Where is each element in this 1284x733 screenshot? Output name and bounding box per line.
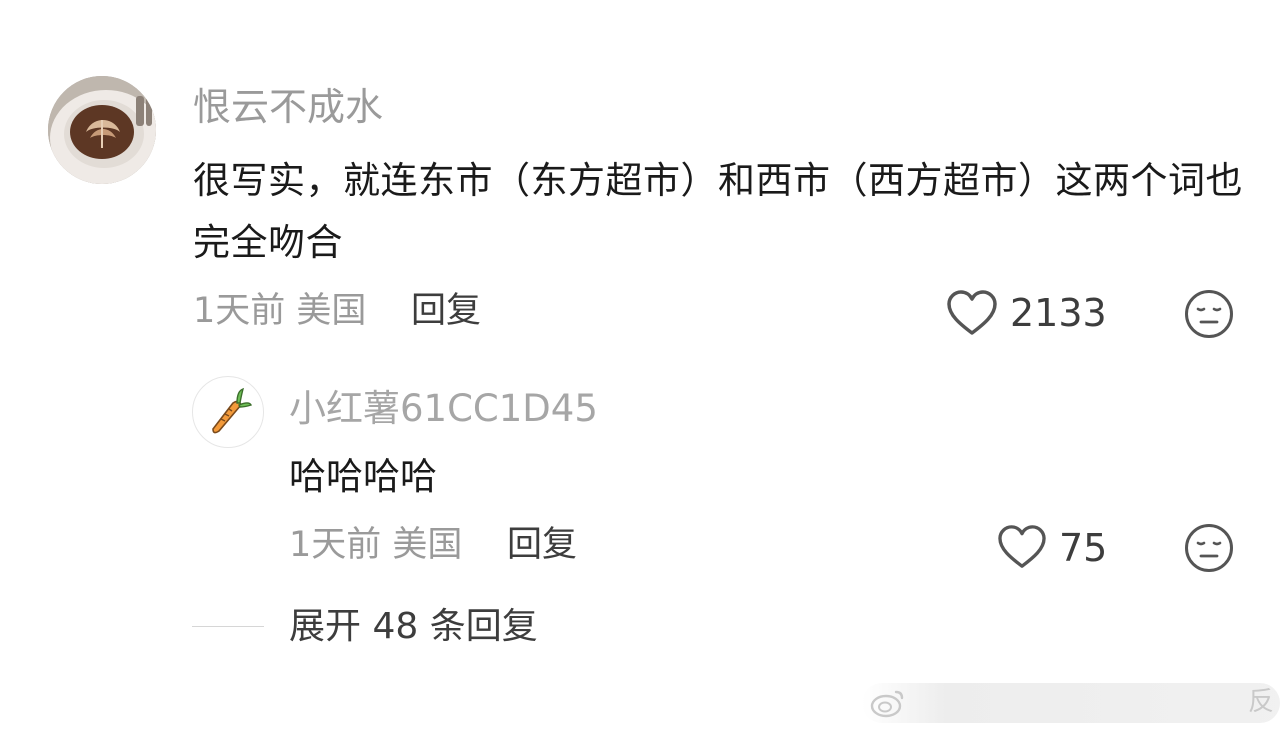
neutral-face-icon[interactable]: [1184, 289, 1234, 339]
comment-username[interactable]: 恨云不成水: [193, 84, 383, 130]
avatar[interactable]: [48, 76, 156, 184]
neutral-face-icon[interactable]: [1184, 523, 1234, 573]
heart-outline-icon[interactable]: [997, 524, 1047, 570]
avatar[interactable]: [192, 376, 264, 448]
latte-art-avatar-icon: [48, 76, 156, 184]
like-count: 2133: [1010, 291, 1107, 335]
comment-text: 很写实，就连东市（东方超市）和西市（西方超市）这两个词也完全吻合: [193, 159, 1243, 264]
like-count: 75: [1059, 526, 1108, 570]
comment-time-location: 1天前 美国: [193, 291, 367, 331]
reply-username[interactable]: 小红薯61CC1D45: [289, 386, 598, 432]
watermark-text: 反: [1248, 687, 1275, 717]
carrot-icon: [212, 387, 252, 434]
expand-replies-button[interactable]: 展开 48 条回复: [289, 604, 538, 650]
weibo-icon: [870, 686, 906, 718]
watermark: [862, 683, 1280, 723]
reply-button[interactable]: 回复: [411, 288, 481, 334]
reply-text: 哈哈哈哈: [289, 455, 437, 498]
reply-button[interactable]: 回复: [507, 522, 577, 568]
reply-time-location: 1天前 美国: [289, 525, 463, 565]
heart-outline-icon[interactable]: [946, 289, 998, 337]
divider: [192, 626, 264, 627]
